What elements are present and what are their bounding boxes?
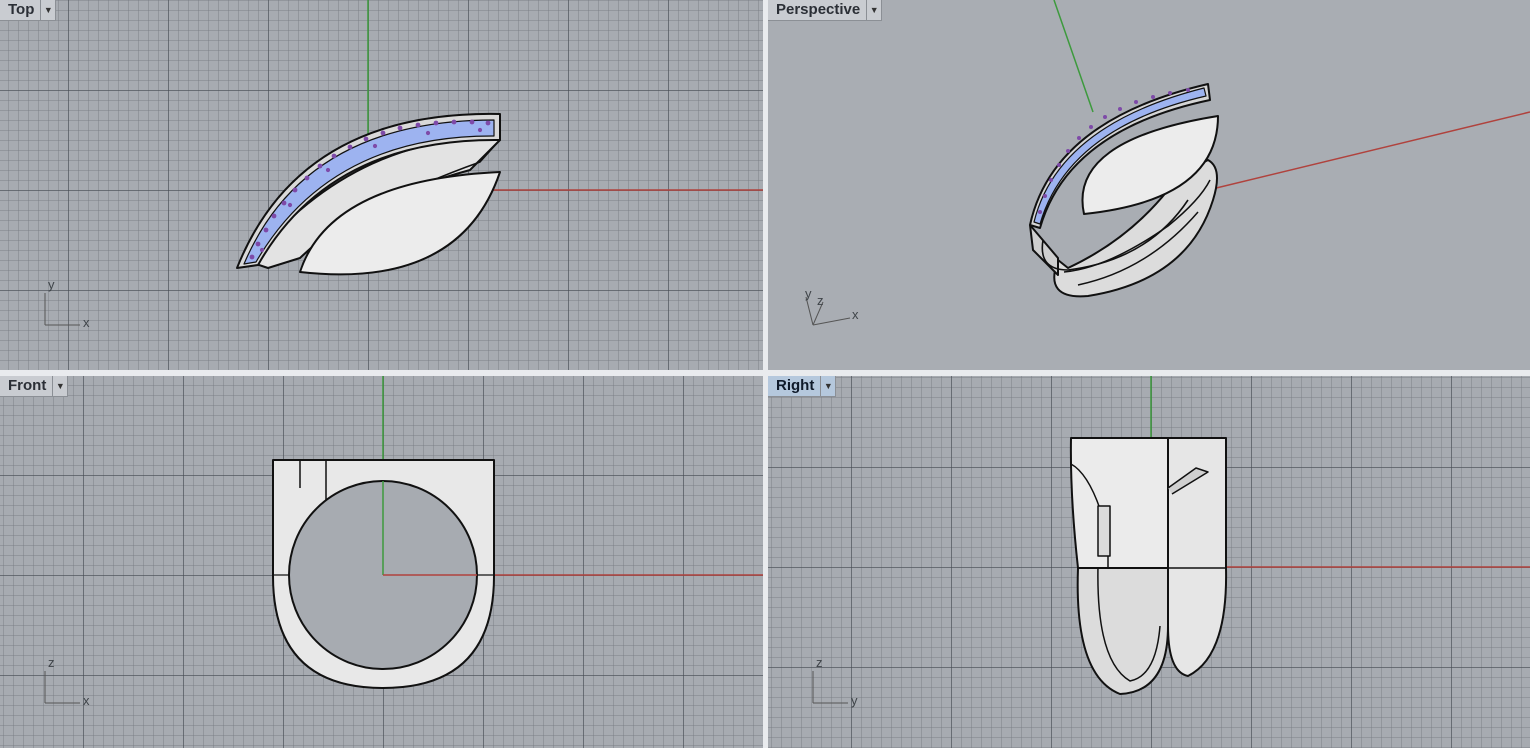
axis-label-y: y <box>805 286 812 301</box>
axis-label-y: y <box>48 277 55 292</box>
axis-label-z: z <box>817 293 824 308</box>
rhino-quad-viewports: Top ▼ y x Perspective ▼ y z x Front ▼ z … <box>0 0 1530 748</box>
viewport-title-perspective[interactable]: Perspective <box>768 0 866 20</box>
viewport-tab-front[interactable]: Front ▼ <box>0 376 69 397</box>
viewport-divider-vertical[interactable] <box>763 0 768 748</box>
axis-triad-right <box>812 671 848 704</box>
axis-label-z: z <box>48 655 55 670</box>
axis-triad-top <box>44 293 80 326</box>
axis-label-x: x <box>83 315 90 330</box>
chevron-down-icon[interactable]: ▼ <box>40 0 55 20</box>
right-scene: z y <box>812 376 1530 708</box>
axis-triad-front <box>44 671 80 704</box>
x-axis-line <box>1207 111 1530 191</box>
viewport-tab-top[interactable]: Top ▼ <box>0 0 57 21</box>
axis-label-x: x <box>852 307 859 322</box>
viewport-top[interactable]: Top ▼ y x <box>0 0 763 370</box>
viewport-tab-right[interactable]: Right ▼ <box>768 376 837 397</box>
chevron-down-icon[interactable]: ▼ <box>52 376 67 396</box>
chevron-down-icon[interactable]: ▼ <box>820 376 835 396</box>
y-axis-line <box>1053 0 1094 113</box>
front-scene: z x <box>44 376 763 708</box>
viewport-tab-perspective[interactable]: Perspective ▼ <box>768 0 883 21</box>
axis-label-y: y <box>851 693 858 708</box>
viewport-title-front[interactable]: Front <box>0 376 52 396</box>
viewport-front[interactable]: Front ▼ z x <box>0 376 763 748</box>
top-scene: y x <box>44 0 763 330</box>
ring-model-perspective[interactable] <box>1029 83 1219 298</box>
chevron-down-icon[interactable]: ▼ <box>866 0 881 20</box>
perspective-scene: y z x <box>805 0 1530 326</box>
ring-model-right[interactable] <box>1069 437 1228 695</box>
viewport-title-top[interactable]: Top <box>0 0 40 20</box>
viewport-right[interactable]: Right ▼ z y <box>768 376 1530 748</box>
axis-triad-perspective <box>805 296 851 326</box>
viewport-title-right[interactable]: Right <box>768 376 820 396</box>
axis-label-x: x <box>83 693 90 708</box>
axis-label-z: z <box>816 655 823 670</box>
viewport-perspective[interactable]: Perspective ▼ y z x <box>768 0 1530 370</box>
ring-model-front[interactable] <box>272 459 495 689</box>
ring-model-top[interactable] <box>236 112 501 276</box>
